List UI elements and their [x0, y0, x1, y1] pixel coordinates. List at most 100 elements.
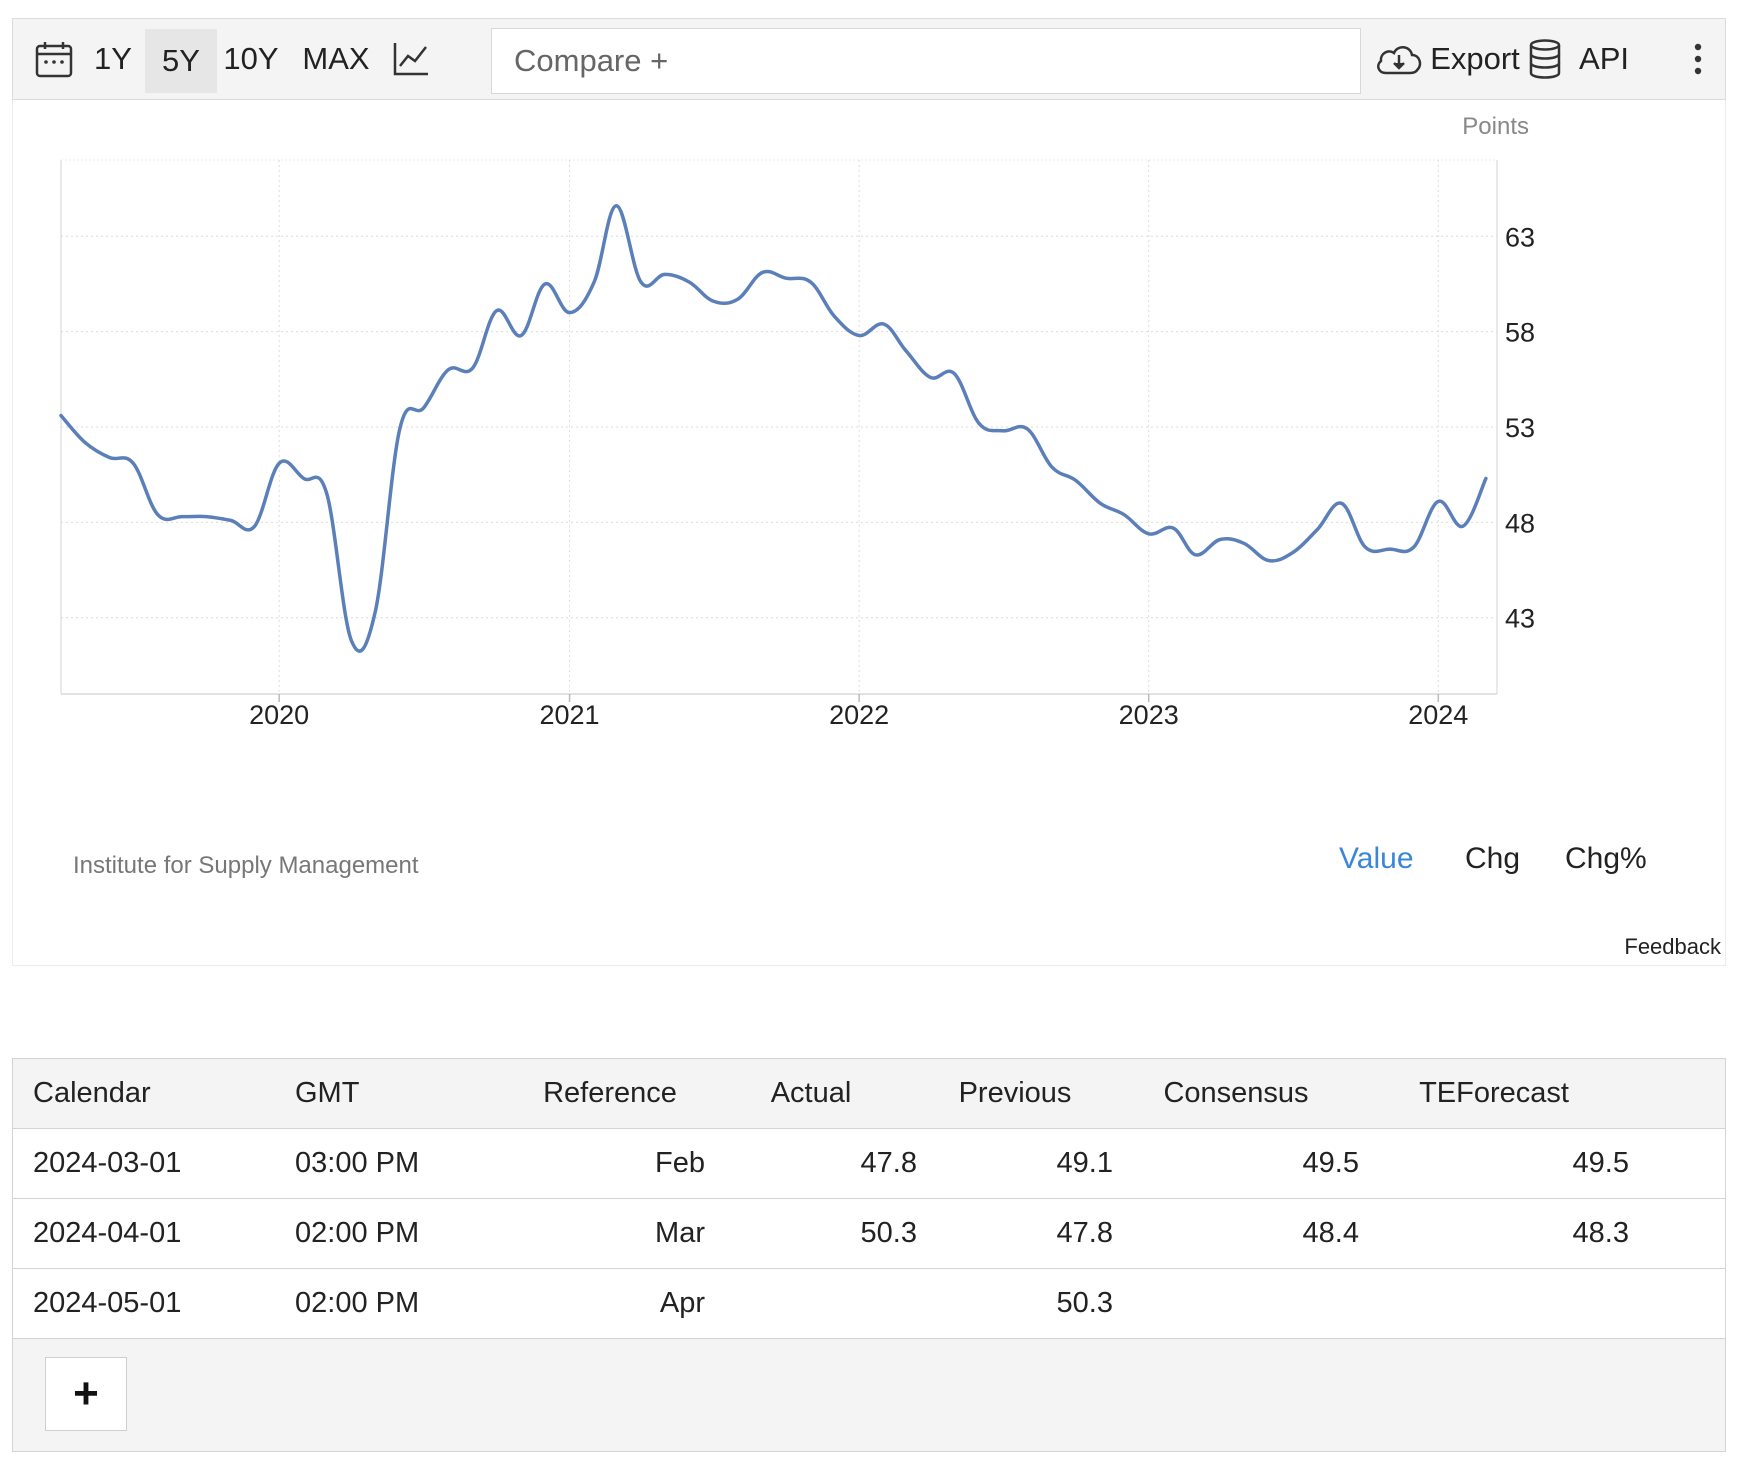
- y-tick-label: 63: [1505, 222, 1535, 252]
- cloud-download-icon[interactable]: [1373, 19, 1425, 99]
- cell-consensus: 49.5: [1113, 1128, 1359, 1199]
- data-point: [1242, 541, 1246, 545]
- table-row: 2024-05-01 02:00 PM Apr 50.3: [13, 1268, 1725, 1339]
- data-point: [495, 309, 499, 313]
- data-point: [568, 311, 572, 315]
- cell-gmt: 02:00 PM: [295, 1268, 515, 1339]
- data-point: [59, 414, 63, 418]
- data-point: [857, 334, 861, 338]
- header-teforecast: TEForecast: [1359, 1059, 1629, 1129]
- cell-spacer: [1629, 1198, 1725, 1269]
- data-point: [107, 456, 111, 460]
- table-row: 2024-04-01 02:00 PM Mar 50.3 47.8 48.4 4…: [13, 1198, 1725, 1269]
- cell-gmt: 03:00 PM: [295, 1128, 515, 1199]
- data-point: [736, 297, 740, 301]
- x-tick-label: 2023: [1119, 700, 1179, 730]
- x-tick-label: 2024: [1408, 700, 1468, 730]
- x-tick-label: 2021: [540, 700, 600, 730]
- header-spacer: [1629, 1059, 1725, 1129]
- cell-teforecast: 49.5: [1359, 1128, 1629, 1199]
- data-point: [204, 515, 208, 519]
- data-point: [1315, 528, 1319, 532]
- cell-calendar: 2024-05-01: [13, 1268, 295, 1339]
- line-chart[interactable]: 43 48 53 58 63 2020 2021 2022 2023 2024 Points: [13, 100, 1725, 840]
- feedback-link[interactable]: Feedback: [1624, 934, 1721, 960]
- more-vertical-icon[interactable]: [1683, 19, 1713, 99]
- cell-reference: Feb: [515, 1128, 705, 1199]
- mode-chgpct-tab[interactable]: Chg%: [1565, 842, 1647, 876]
- cell-previous: 50.3: [917, 1268, 1113, 1339]
- data-point: [543, 282, 547, 286]
- x-tick-label: 2020: [249, 700, 309, 730]
- y-tick-label: 43: [1505, 604, 1535, 634]
- range-max-button[interactable]: MAX: [295, 19, 377, 99]
- header-actual: Actual: [705, 1059, 917, 1129]
- mode-chg-tab[interactable]: Chg: [1465, 842, 1520, 876]
- series-line: [59, 204, 1488, 653]
- chart-toolbar: 1Y 5Y 10Y MAX Compare + Export API: [12, 18, 1726, 100]
- data-point: [711, 299, 715, 303]
- cell-actual: 47.8: [705, 1128, 917, 1199]
- source-label: Institute for Supply Management: [73, 852, 419, 879]
- add-row-button[interactable]: +: [45, 1357, 127, 1431]
- cell-previous: 47.8: [917, 1198, 1113, 1269]
- data-point: [1484, 477, 1488, 481]
- calendar-table-container: Calendar GMT Reference Actual Previous C…: [12, 1058, 1726, 1452]
- cell-previous: 49.1: [917, 1128, 1113, 1199]
- data-point: [1025, 427, 1029, 431]
- unit-label: Points: [1462, 113, 1529, 140]
- y-tick-label: 48: [1505, 508, 1535, 538]
- calendar-table: Calendar GMT Reference Actual Previous C…: [13, 1059, 1725, 1339]
- data-point: [1267, 559, 1271, 563]
- data-point: [302, 477, 306, 481]
- header-reference: Reference: [515, 1059, 705, 1129]
- range-5y-button[interactable]: 5Y: [145, 29, 217, 93]
- header-calendar: Calendar: [13, 1059, 295, 1129]
- data-point: [131, 461, 135, 465]
- cell-consensus: 48.4: [1113, 1198, 1359, 1269]
- data-point: [1388, 547, 1392, 551]
- database-icon[interactable]: [1525, 19, 1565, 99]
- cell-spacer: [1629, 1268, 1725, 1339]
- data-point: [471, 366, 475, 370]
- data-point: [277, 461, 281, 465]
- chart-panel: 43 48 53 58 63 2020 2021 2022 2023 2024 Points Ins…: [12, 100, 1726, 966]
- header-consensus: Consensus: [1113, 1059, 1359, 1129]
- compare-input[interactable]: Compare +: [491, 28, 1361, 94]
- data-point: [904, 349, 908, 353]
- y-tick-label: 53: [1505, 413, 1535, 443]
- mode-value-tab[interactable]: Value: [1339, 842, 1414, 876]
- data-point: [1363, 545, 1367, 549]
- cell-gmt: 02:00 PM: [295, 1198, 515, 1269]
- data-point: [1001, 429, 1005, 433]
- export-button[interactable]: Export: [1430, 19, 1520, 99]
- line-chart-icon[interactable]: [391, 19, 431, 99]
- data-point: [977, 421, 981, 425]
- range-10y-button[interactable]: 10Y: [213, 19, 289, 99]
- data-point: [373, 610, 377, 614]
- data-point: [882, 322, 886, 326]
- data-point: [1218, 538, 1222, 542]
- data-point: [809, 280, 813, 284]
- cell-teforecast: [1359, 1268, 1629, 1339]
- range-1y-button[interactable]: 1Y: [77, 19, 149, 99]
- y-tick-label: 58: [1505, 318, 1535, 348]
- calendar-icon[interactable]: [33, 19, 75, 99]
- data-point: [784, 276, 788, 280]
- data-point: [1340, 501, 1344, 505]
- data-point: [1194, 553, 1198, 557]
- data-point: [952, 372, 956, 376]
- cell-actual: 50.3: [705, 1198, 917, 1269]
- cell-actual: [705, 1268, 917, 1339]
- header-gmt: GMT: [295, 1059, 515, 1129]
- data-point: [687, 280, 691, 284]
- data-point: [83, 440, 87, 444]
- data-point: [229, 518, 233, 522]
- data-point: [1098, 501, 1102, 505]
- data-point: [398, 427, 402, 431]
- data-point: [1074, 478, 1078, 482]
- x-tick-label: 2022: [829, 700, 889, 730]
- api-button[interactable]: API: [1575, 19, 1633, 99]
- data-point: [1290, 551, 1294, 555]
- data-point: [519, 334, 523, 338]
